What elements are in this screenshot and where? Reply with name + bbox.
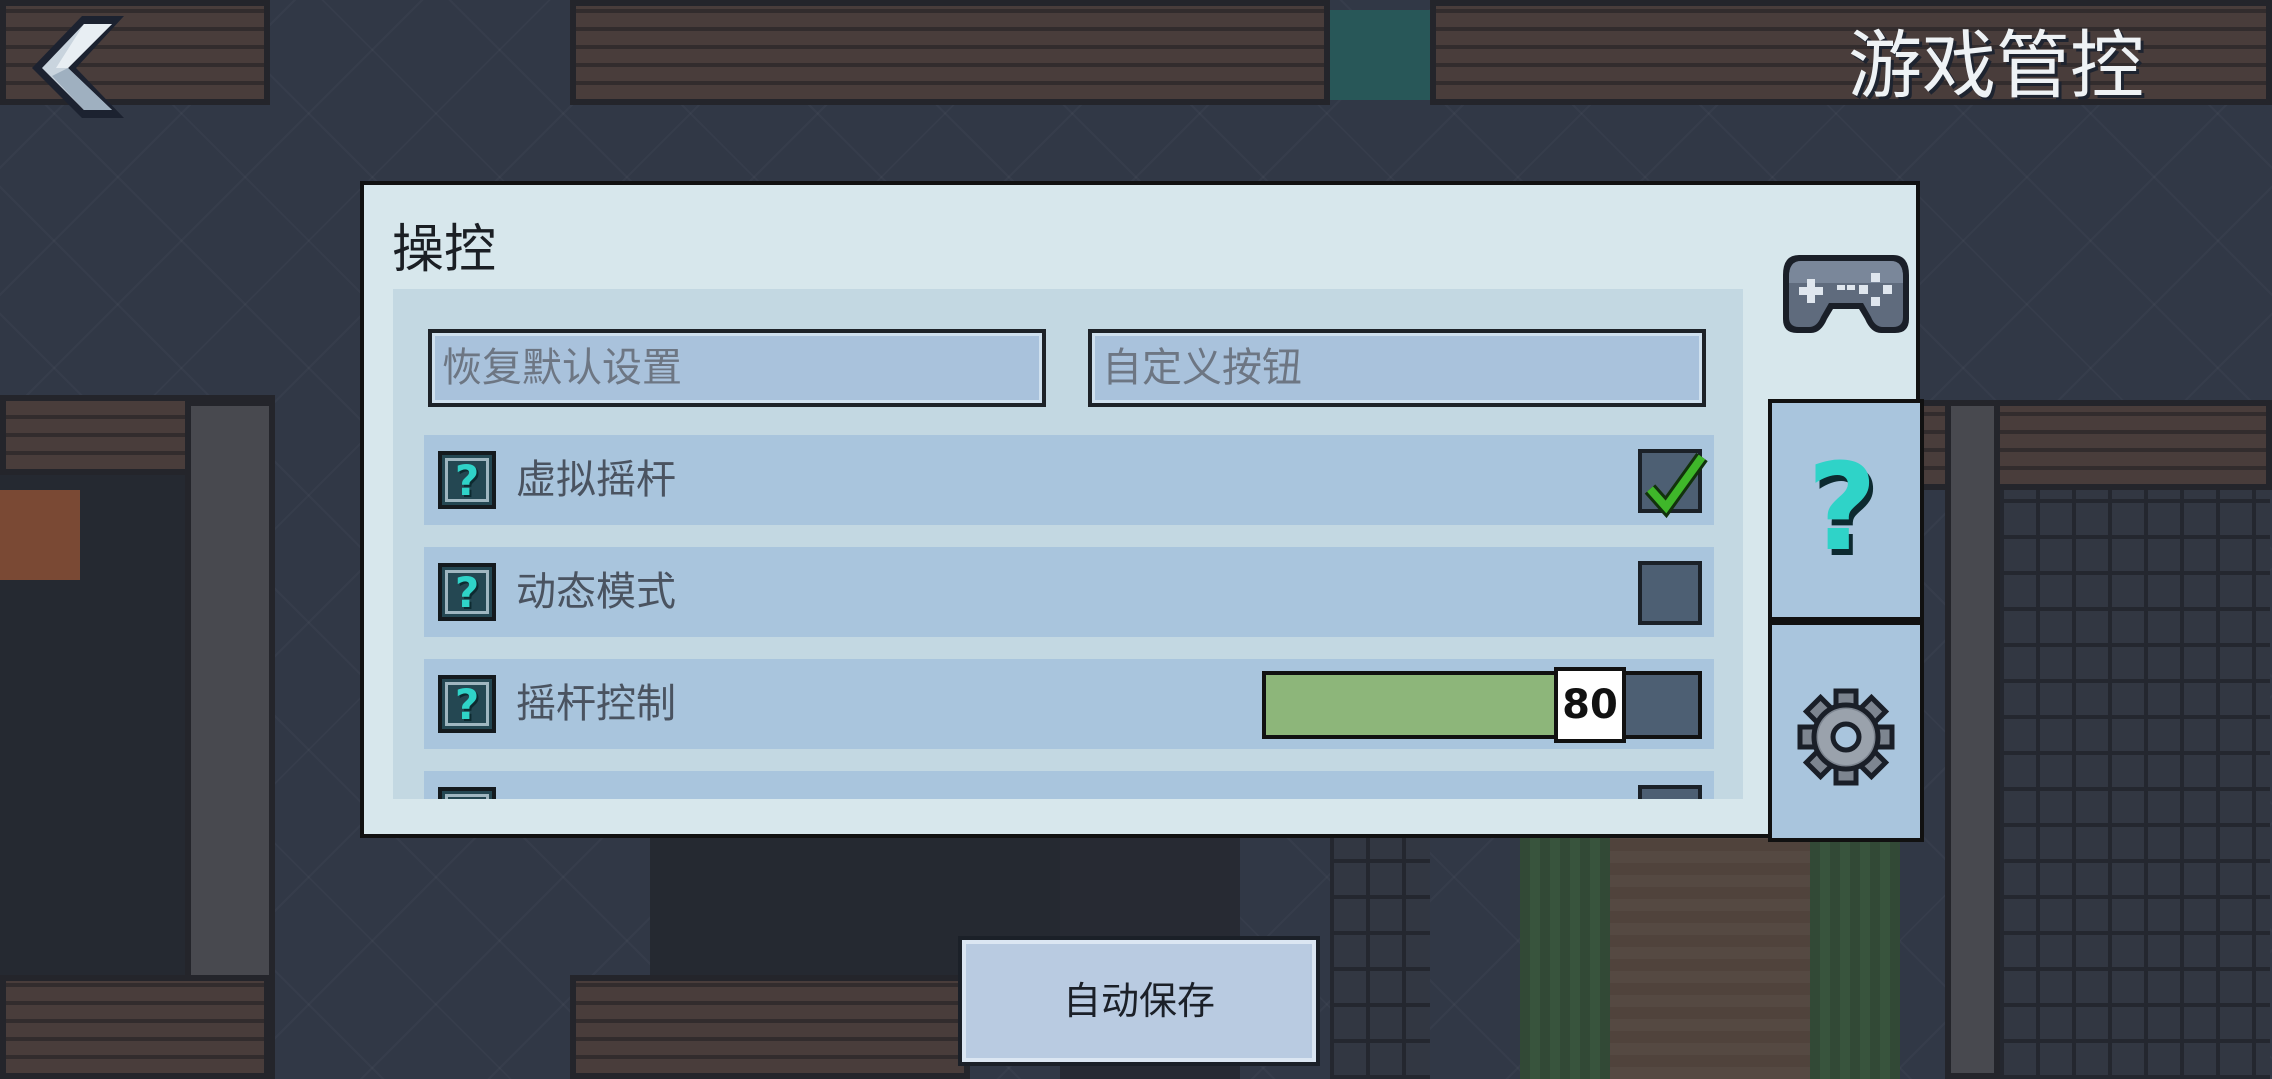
chevron-left-icon <box>32 16 124 118</box>
setting-label: 虚拟摇杆 <box>516 457 676 503</box>
setting-row-partial: ? <box>424 771 1714 799</box>
custom-buttons-button[interactable]: 自定义按钮 <box>1088 329 1706 407</box>
svg-text:?: ? <box>1807 439 1877 578</box>
screen-title: 游戏管控 <box>1848 23 2144 109</box>
setting-checkbox[interactable] <box>1638 785 1702 799</box>
help-icon[interactable]: ? <box>438 451 496 509</box>
autosave-button[interactable]: 自动保存 <box>958 936 1320 1066</box>
help-icon: ? ? <box>1807 439 1881 584</box>
tab-settings[interactable] <box>1768 621 1924 842</box>
setting-row-dynamic-mode: ? 动态模式 <box>424 547 1714 637</box>
dialog-title: 操控 <box>392 220 497 280</box>
joystick-control-slider[interactable]: 80 <box>1262 667 1702 743</box>
checkmark-icon <box>1644 452 1708 519</box>
back-button[interactable] <box>22 12 132 122</box>
help-icon[interactable]: ? <box>438 675 496 733</box>
help-icon[interactable]: ? <box>438 787 496 799</box>
slider-value[interactable]: 80 <box>1554 667 1626 743</box>
virtual-joystick-checkbox[interactable] <box>1638 449 1708 519</box>
dynamic-mode-checkbox[interactable] <box>1638 561 1702 625</box>
setting-row-joystick-control: ? 摇杆控制 80 <box>424 659 1714 749</box>
controls-dialog: 操控 恢复默认设置 自定义按钮 ? 虚拟摇杆 ? 动态模式 ? 摇杆控制 80 … <box>360 181 1924 842</box>
tab-help[interactable]: ? ? <box>1768 399 1924 621</box>
setting-row-virtual-joystick: ? 虚拟摇杆 <box>424 435 1714 525</box>
help-icon[interactable]: ? <box>438 563 496 621</box>
setting-label: 摇杆控制 <box>516 681 676 727</box>
restore-defaults-button[interactable]: 恢复默认设置 <box>428 329 1046 407</box>
setting-label: 动态模式 <box>516 569 676 615</box>
settings-scroll-area[interactable]: 恢复默认设置 自定义按钮 ? 虚拟摇杆 ? 动态模式 ? 摇杆控制 80 <box>393 289 1743 799</box>
gear-icon <box>1797 688 1895 786</box>
controller-icon[interactable] <box>1779 241 1913 341</box>
slider-fill <box>1266 675 1558 735</box>
